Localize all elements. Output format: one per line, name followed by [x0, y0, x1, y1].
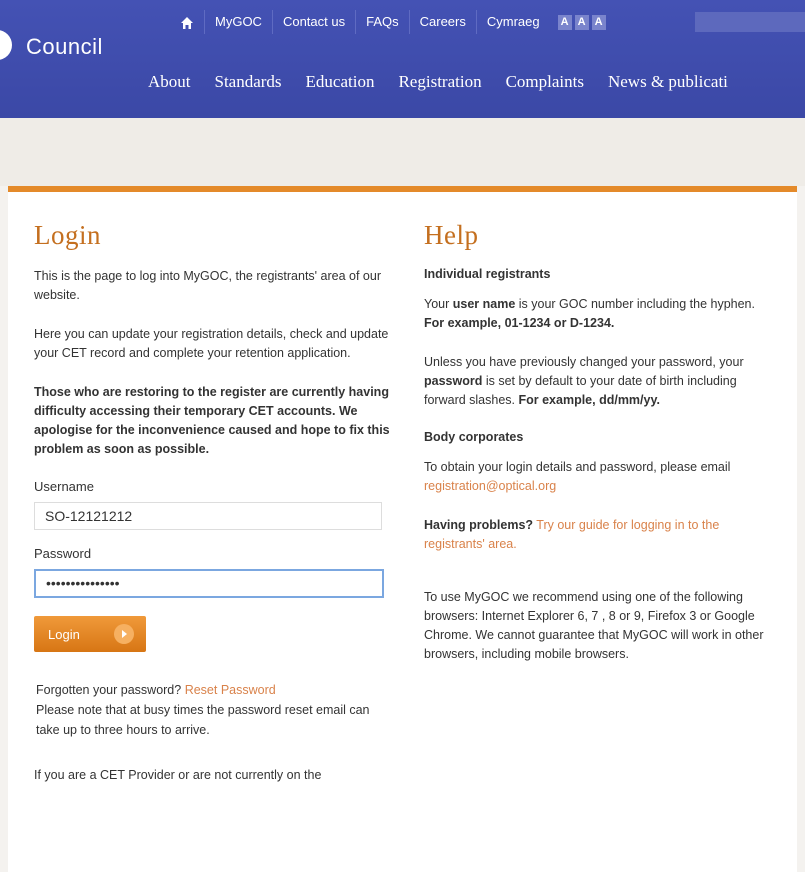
search-input[interactable] — [695, 12, 805, 32]
password-label: Password — [34, 546, 92, 561]
nav-careers[interactable]: Careers — [408, 10, 476, 34]
site-header: Council MyGOC Contact us FAQs Careers Cy… — [0, 0, 805, 118]
help-username-info: Your user name is your GOC number includ… — [424, 297, 755, 330]
nav-standards[interactable]: Standards — [215, 72, 282, 92]
help-password-info: Unless you have previously changed your … — [424, 355, 744, 407]
login-intro-2: Here you can update your registration de… — [34, 327, 389, 360]
nav-complaints[interactable]: Complaints — [506, 72, 584, 92]
content-panel: Login This is the page to log into MyGOC… — [8, 186, 797, 872]
nav-faqs[interactable]: FAQs — [355, 10, 409, 34]
nav-mygoc[interactable]: MyGOC — [204, 10, 272, 34]
home-icon — [181, 16, 193, 29]
logo-mark[interactable] — [0, 30, 12, 60]
password-input[interactable]: ••••••••••••••• — [34, 569, 384, 598]
body-corporates-heading: Body corporates — [424, 430, 524, 444]
individual-registrants-heading: Individual registrants — [424, 267, 551, 281]
text-size-large[interactable]: A — [591, 14, 606, 30]
forgot-password: Forgotten your password? Reset Password … — [36, 680, 394, 740]
help-title: Help — [424, 220, 479, 250]
help-column: Help Individual registrants Your user na… — [424, 220, 764, 684]
reset-note: Please note that at busy times the passw… — [36, 703, 370, 737]
text-size-small[interactable]: A — [557, 14, 572, 30]
username-label: Username — [34, 479, 94, 494]
arrow-right-icon — [114, 624, 134, 644]
nav-registration[interactable]: Registration — [398, 72, 481, 92]
home-link[interactable] — [170, 10, 204, 34]
logo-text[interactable]: Council — [26, 34, 103, 60]
cet-provider-note: If you are a CET Provider or are not cur… — [34, 768, 322, 782]
login-column: Login This is the page to log into MyGOC… — [34, 220, 394, 805]
main-nav: About Standards Education Registration C… — [148, 72, 728, 92]
nav-news[interactable]: News & publicati — [608, 72, 728, 92]
help-body-corporates-info: To obtain your login details and passwor… — [424, 460, 731, 493]
reset-password-link[interactable]: Reset Password — [185, 683, 276, 697]
text-size-controls: A A A — [557, 14, 606, 30]
banner-strip — [0, 118, 805, 186]
username-input[interactable]: SO-12121212 — [34, 502, 382, 530]
login-title: Login — [34, 220, 101, 250]
help-problems: Having problems? Try our guide for loggi… — [424, 518, 720, 551]
login-intro-1: This is the page to log into MyGOC, the … — [34, 269, 381, 302]
nav-cymraeg[interactable]: Cymraeg — [475, 10, 550, 34]
browser-requirements: To use MyGOC we recommend using one of t… — [424, 590, 764, 661]
nav-about[interactable]: About — [148, 72, 191, 92]
login-button[interactable]: Login — [34, 616, 146, 652]
text-size-medium[interactable]: A — [574, 14, 589, 30]
login-button-label: Login — [48, 626, 80, 642]
registration-email-link[interactable]: registration@optical.org — [424, 479, 556, 493]
nav-education[interactable]: Education — [306, 72, 375, 92]
nav-contact-us[interactable]: Contact us — [271, 10, 355, 34]
forgot-text: Forgotten your password? — [36, 683, 182, 697]
utility-nav: MyGOC Contact us FAQs Careers Cymraeg A … — [170, 6, 606, 38]
login-notice: Those who are restoring to the register … — [34, 385, 390, 456]
